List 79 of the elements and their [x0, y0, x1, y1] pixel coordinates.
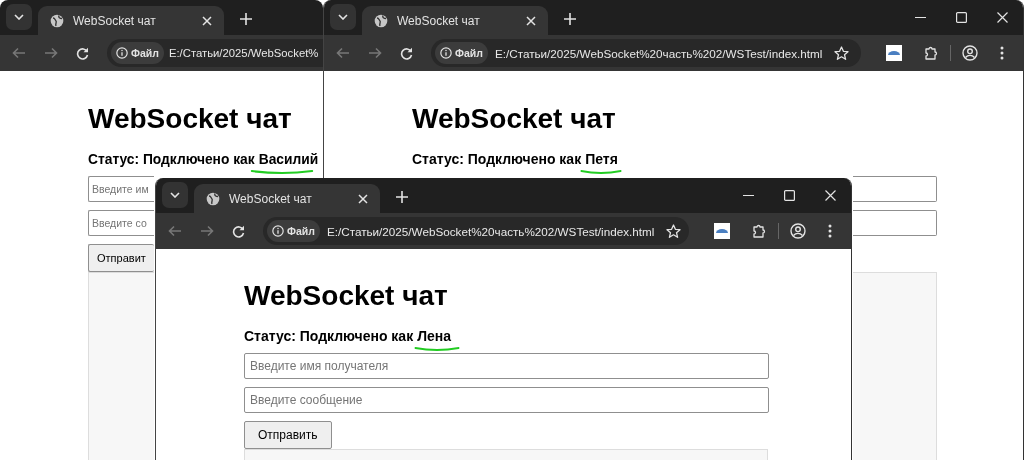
close-tab-icon[interactable] [202, 15, 212, 26]
user-name: Лена [417, 328, 451, 345]
recipient-field[interactable] [853, 176, 937, 202]
address-bar[interactable]: Файл E:/Статьи/2025/WebSocket% [107, 39, 323, 67]
reload-icon[interactable] [232, 224, 245, 238]
message-field[interactable] [853, 210, 937, 236]
tab-title: WebSocket чат [229, 191, 313, 206]
profile-icon[interactable] [790, 223, 806, 239]
forward-icon[interactable] [368, 47, 382, 59]
status-label: Статус: Подключено как [412, 151, 582, 168]
new-tab-icon[interactable] [240, 13, 252, 25]
forward-icon[interactable] [200, 225, 214, 237]
globe-icon [206, 191, 220, 206]
status-label: Статус: Подключено как [244, 328, 414, 345]
chevron-icon [338, 14, 348, 20]
scheme-label: Файл [287, 225, 315, 237]
address-bar[interactable]: Файл E:/Статьи/2025/WebSocket%20часть%202/WSTest/index.html [263, 217, 689, 245]
close-icon[interactable] [825, 190, 836, 201]
url-text: E:/Статьи/2025/WebSocket%20часть%202/WSTest/index.html [494, 46, 823, 60]
browser-tab[interactable]: WebSocket чат [38, 6, 224, 35]
site-info-chip[interactable]: Файл [111, 42, 164, 64]
reload-icon[interactable] [400, 46, 413, 60]
info-icon [440, 47, 452, 59]
menu-icon[interactable] [828, 224, 832, 238]
message-field[interactable]: Введите со [88, 210, 154, 236]
star-icon[interactable] [834, 45, 850, 61]
chevron-icon [170, 192, 180, 198]
status-label: Статус: Подключено как [88, 151, 255, 168]
scheme-label: Файл [131, 47, 159, 59]
url-text: E:/Статьи/2025/WebSocket%20часть%202/WSTest/index.html [326, 224, 655, 238]
new-tab-icon[interactable] [396, 191, 408, 203]
chevron-icon [14, 14, 24, 20]
tab-title: WebSocket чат [73, 13, 157, 28]
profile-icon[interactable] [962, 45, 978, 61]
reload-icon[interactable] [76, 46, 89, 60]
extension-app-icon[interactable] [714, 223, 730, 239]
close-tab-icon[interactable] [526, 15, 536, 26]
star-icon[interactable] [666, 223, 682, 239]
close-tab-icon[interactable] [358, 193, 368, 204]
page-heading: WebSocket чат [88, 102, 293, 136]
address-bar[interactable]: Файл E:/Статьи/2025/WebSocket%20часть%202/WSTest/index.html [431, 39, 861, 67]
user-name: Василий [258, 151, 319, 168]
globe-icon [374, 13, 388, 28]
send-button[interactable]: Отправит [88, 244, 154, 272]
site-info-chip[interactable]: Файл [267, 220, 320, 242]
maximize-icon[interactable] [956, 12, 967, 23]
back-icon[interactable] [12, 47, 26, 59]
maximize-icon[interactable] [784, 190, 795, 201]
page-heading: WebSocket чат [412, 102, 617, 136]
send-button[interactable]: Отправить [244, 421, 332, 449]
message-field[interactable]: Введите сообщение [244, 387, 769, 413]
underline-mark [250, 169, 314, 175]
forward-icon[interactable] [44, 47, 58, 59]
user-name: Петя [585, 151, 618, 168]
browser-tab[interactable]: WebSocket чат [194, 184, 380, 213]
tab-list-button[interactable] [6, 4, 32, 30]
tab-list-button[interactable] [162, 182, 188, 208]
menu-icon[interactable] [1000, 46, 1004, 60]
puzzle-icon[interactable] [752, 223, 767, 239]
url-text: E:/Статьи/2025/WebSocket% [168, 47, 319, 59]
new-tab-icon[interactable] [564, 13, 576, 25]
browser-tab[interactable]: WebSocket чат [362, 6, 548, 35]
underline-mark [580, 169, 622, 175]
page-heading: WebSocket чат [244, 279, 449, 313]
recipient-field[interactable]: Введите имя получателя [244, 353, 769, 379]
back-icon[interactable] [168, 225, 182, 237]
globe-icon [50, 13, 64, 28]
puzzle-icon[interactable] [924, 45, 939, 61]
tab-list-button[interactable] [330, 4, 356, 30]
scheme-label: Файл [455, 47, 483, 59]
info-icon [116, 47, 128, 59]
recipient-field[interactable]: Введите им [88, 176, 154, 202]
extension-app-icon[interactable] [886, 45, 902, 61]
underline-mark [414, 346, 460, 352]
tab-title: WebSocket чат [397, 13, 481, 28]
back-icon[interactable] [336, 47, 350, 59]
site-info-chip[interactable]: Файл [435, 42, 488, 64]
close-icon[interactable] [997, 12, 1008, 23]
info-icon [272, 225, 284, 237]
